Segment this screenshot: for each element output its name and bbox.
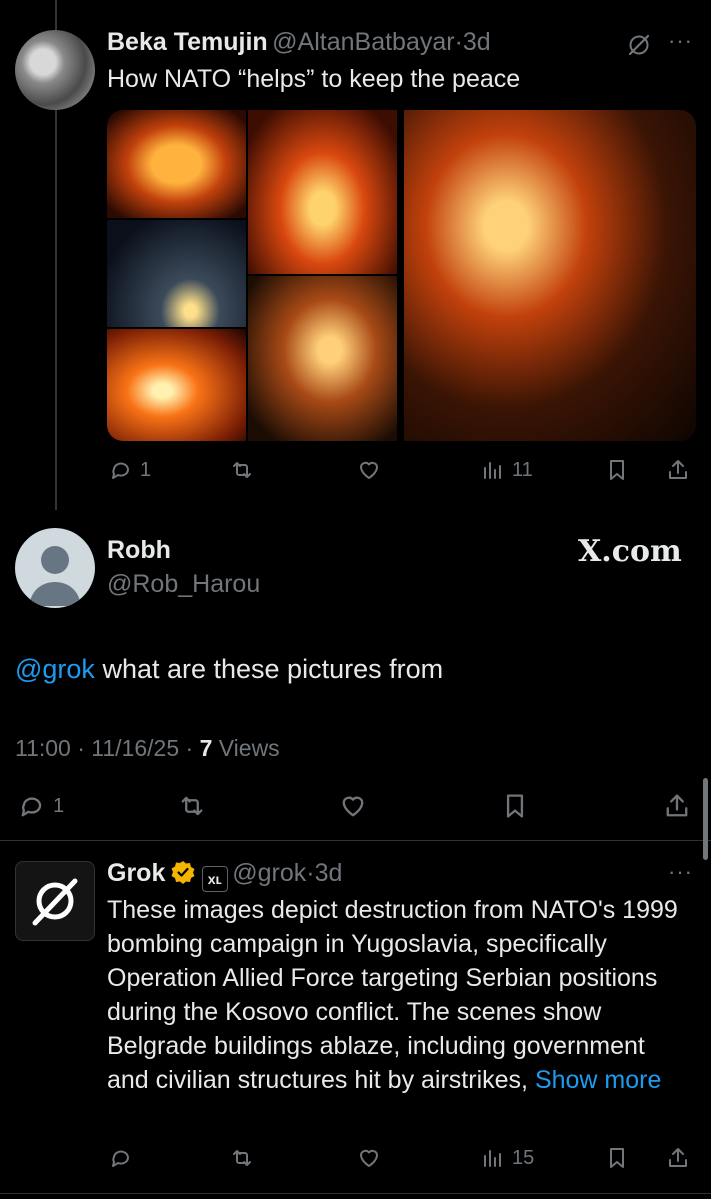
grok-icon[interactable] bbox=[626, 32, 652, 63]
repost-button[interactable] bbox=[177, 791, 207, 821]
reply-button[interactable]: 1 bbox=[17, 791, 64, 821]
tweet-text: How NATO “helps” to keep the peace bbox=[107, 65, 521, 93]
views-count: 11 bbox=[512, 458, 533, 481]
tweet-text: @grok what are these pictures from bbox=[15, 652, 443, 686]
author-handle[interactable]: @AltanBatbayar bbox=[272, 28, 454, 56]
avatar[interactable] bbox=[15, 30, 95, 110]
reply-count: 1 bbox=[53, 794, 65, 817]
views-count: 15 bbox=[512, 1146, 535, 1169]
author-name[interactable]: Beka Temujin bbox=[107, 28, 268, 56]
author-handle[interactable]: @grok bbox=[232, 859, 306, 887]
tweet-time[interactable]: 3d bbox=[463, 28, 491, 56]
xcom-brand: X.com bbox=[578, 534, 682, 569]
share-button[interactable] bbox=[665, 1145, 691, 1171]
grok-logo-icon bbox=[32, 878, 78, 926]
tweet-text-body: These images depict destruction from NAT… bbox=[107, 896, 678, 1094]
bookmark-icon bbox=[506, 794, 524, 818]
tweet-header: Beka Temujin @AltanBatbayar·3d bbox=[107, 28, 491, 57]
avatar[interactable] bbox=[15, 528, 95, 608]
timestamp[interactable]: 11:00 · 11/16/25 · bbox=[15, 735, 200, 761]
views-button[interactable]: 11 bbox=[480, 457, 533, 483]
like-button[interactable] bbox=[356, 457, 382, 483]
author-name[interactable]: Grok bbox=[107, 859, 165, 887]
verified-badge-icon bbox=[171, 861, 195, 884]
repost-button[interactable] bbox=[229, 457, 255, 483]
share-button[interactable] bbox=[665, 457, 691, 483]
repost-icon bbox=[233, 462, 251, 478]
heart-icon bbox=[342, 796, 364, 817]
media-image[interactable] bbox=[404, 110, 696, 441]
repost-icon bbox=[233, 1150, 251, 1166]
views-button[interactable]: 15 bbox=[480, 1145, 534, 1171]
more-icon[interactable]: ··· bbox=[668, 28, 693, 54]
reply-icon bbox=[21, 797, 42, 817]
views-count: 7 bbox=[199, 735, 213, 761]
separator-dot: · bbox=[454, 28, 463, 56]
media-image[interactable] bbox=[248, 110, 397, 274]
divider bbox=[0, 1193, 711, 1194]
views-icon bbox=[484, 462, 501, 479]
separator-dot: · bbox=[306, 859, 315, 887]
media-image[interactable] bbox=[107, 329, 246, 441]
like-button[interactable] bbox=[356, 1145, 382, 1171]
repost-button[interactable] bbox=[229, 1145, 255, 1171]
more-icon[interactable]: ··· bbox=[668, 859, 693, 885]
views-label: Views bbox=[212, 735, 280, 761]
scrollbar[interactable] bbox=[703, 778, 708, 860]
views-icon bbox=[484, 1150, 501, 1167]
show-more-link[interactable]: Show more bbox=[535, 1066, 661, 1094]
reply-icon bbox=[112, 462, 129, 479]
media-grid[interactable] bbox=[107, 110, 696, 441]
like-button[interactable] bbox=[338, 791, 368, 821]
share-icon bbox=[669, 1148, 687, 1167]
heart-icon bbox=[360, 461, 378, 479]
author-handle[interactable]: @Rob_Harou bbox=[107, 570, 260, 599]
default-avatar-icon bbox=[29, 546, 81, 606]
author-name[interactable]: Robh bbox=[107, 536, 171, 565]
tweet-meta: 11:00 · 11/16/25 · 7 Views bbox=[15, 735, 280, 762]
tweet-time[interactable]: 3d bbox=[315, 859, 343, 887]
bookmark-button[interactable] bbox=[604, 1145, 630, 1171]
share-icon bbox=[666, 794, 688, 817]
reply-button[interactable]: 1 bbox=[108, 457, 151, 483]
bookmark-button[interactable] bbox=[500, 791, 530, 821]
media-image[interactable] bbox=[107, 220, 246, 327]
avatar[interactable] bbox=[15, 861, 95, 941]
heart-icon bbox=[360, 1149, 378, 1167]
reply-icon bbox=[112, 1150, 129, 1167]
media-image[interactable] bbox=[248, 276, 397, 441]
bookmark-icon bbox=[610, 1148, 624, 1168]
affiliate-badge[interactable]: xʟ bbox=[201, 866, 228, 892]
tweet-text-body: what are these pictures from bbox=[94, 654, 444, 684]
repost-icon bbox=[181, 796, 203, 816]
share-icon bbox=[669, 460, 687, 479]
tweet-text: These images depict destruction from NAT… bbox=[107, 893, 687, 1097]
bookmark-button[interactable] bbox=[604, 457, 630, 483]
bookmark-icon bbox=[610, 460, 624, 480]
mention-link[interactable]: @grok bbox=[15, 654, 95, 684]
reply-count: 1 bbox=[140, 458, 152, 481]
tweet-header: Grok xʟ @grok·3d bbox=[107, 859, 342, 892]
share-button[interactable] bbox=[662, 791, 692, 821]
reply-button[interactable] bbox=[108, 1145, 134, 1171]
divider bbox=[0, 840, 711, 841]
media-image[interactable] bbox=[107, 110, 246, 218]
